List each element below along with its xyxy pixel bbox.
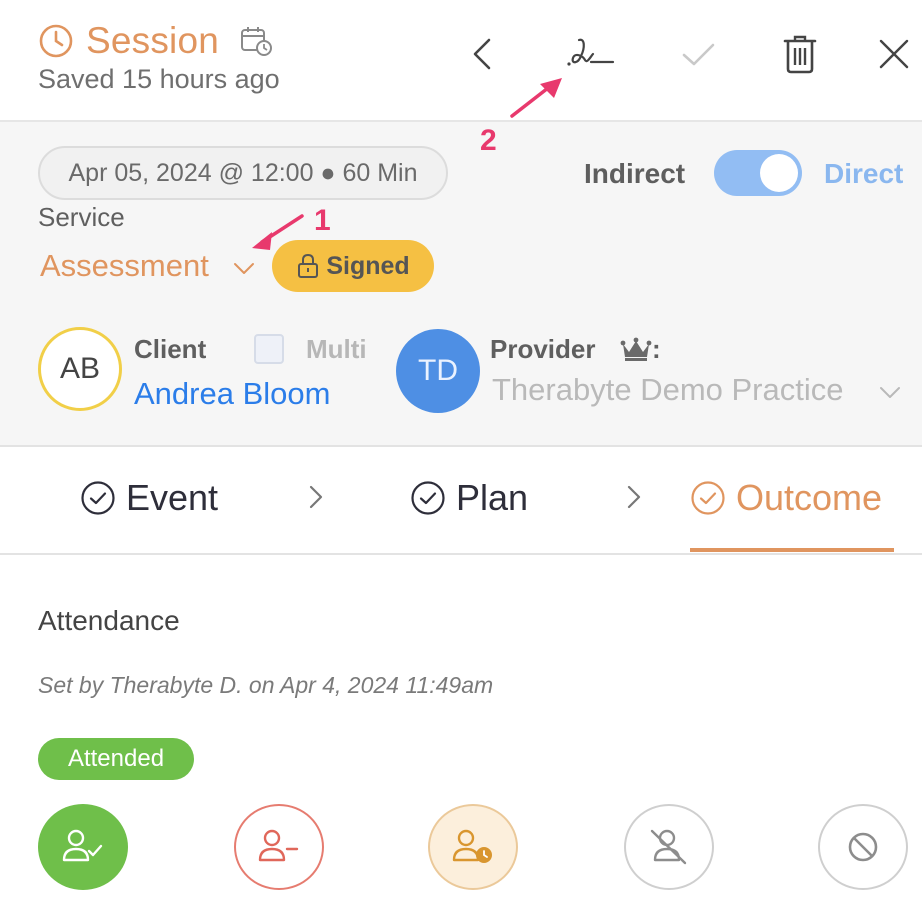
chevron-down-icon[interactable] (876, 378, 904, 406)
absent-icon (258, 829, 299, 862)
tab-label: Outcome (736, 477, 883, 518)
signature-icon (567, 38, 615, 66)
service-select[interactable]: Assessment (40, 248, 209, 284)
late-button[interactable] (428, 804, 518, 890)
check-circle-icon (691, 481, 725, 515)
client-avatar: AB (38, 327, 122, 411)
close-button[interactable] (870, 30, 918, 78)
lock-icon (298, 253, 319, 278)
service-label: Service (38, 202, 125, 232)
annotation-marker-1: 1 (314, 204, 331, 237)
cancelled-button[interactable] (818, 804, 908, 890)
chevron-right-icon (309, 485, 323, 509)
provider-select[interactable]: Therabyte Demo Practice (492, 372, 843, 408)
attendance-status-badge: Attended (38, 738, 194, 780)
delete-button[interactable] (776, 30, 824, 78)
attended-button[interactable] (38, 804, 128, 890)
check-circle-icon (81, 481, 115, 515)
checkmark-icon (682, 43, 715, 66)
absent-button[interactable] (234, 804, 324, 890)
provider-avatar: TD (396, 329, 480, 413)
mode-direct-label[interactable]: Direct (824, 158, 903, 190)
chevron-right-icon (627, 485, 641, 509)
clock-icon (39, 24, 73, 58)
late-icon (452, 829, 492, 863)
confirm-button[interactable] (674, 30, 722, 78)
no-show-icon (650, 829, 687, 865)
date-time-pill[interactable]: Apr 05, 2024 @ 12:00 ● 60 Min (38, 146, 448, 200)
mode-toggle[interactable] (714, 150, 802, 196)
provider-label: Provider (490, 334, 596, 364)
attended-icon (62, 829, 103, 862)
attendance-title: Attendance (38, 605, 180, 636)
toggle-knob (760, 154, 798, 192)
signed-label: Signed (326, 251, 410, 280)
chevron-left-icon (473, 38, 491, 70)
check-circle-icon (411, 481, 445, 515)
annotation-marker-2: 2 (480, 124, 497, 157)
close-icon (879, 39, 909, 69)
trash-icon (783, 35, 817, 74)
tab-event[interactable]: Event (80, 477, 218, 519)
mode-indirect-label[interactable]: Indirect (584, 158, 685, 190)
multi-checkbox[interactable] (254, 334, 284, 364)
client-label: Client (134, 334, 207, 364)
client-name-link[interactable]: Andrea Bloom (134, 376, 330, 412)
crown-icon (620, 337, 652, 361)
attendance-set-by: Set by Therabyte D. on Apr 4, 2024 11:49… (38, 672, 494, 698)
cancelled-icon (848, 832, 878, 862)
tab-outcome[interactable]: Outcome (690, 477, 882, 519)
signed-badge: Signed (272, 240, 434, 292)
tab-plan[interactable]: Plan (410, 477, 528, 519)
workflow-tabs: Event Plan Outcome (0, 447, 922, 555)
title-row: Session (38, 20, 273, 62)
chevron-down-icon[interactable] (230, 254, 258, 282)
provider-colon: : (652, 334, 661, 364)
multi-label: Multi (306, 334, 367, 364)
sign-button[interactable] (562, 30, 618, 78)
session-details: Apr 05, 2024 @ 12:00 ● 60 Min Indirect D… (0, 122, 922, 447)
active-tab-indicator (690, 548, 894, 552)
back-button[interactable] (458, 30, 506, 78)
session-header: Session Saved 15 hours ago (0, 0, 922, 122)
page-title: Session (86, 20, 220, 61)
tab-label: Plan (456, 477, 529, 518)
tab-label: Event (126, 477, 219, 518)
saved-status: Saved 15 hours ago (38, 64, 280, 94)
calendar-clock-icon[interactable] (239, 24, 273, 58)
no-show-button[interactable] (624, 804, 714, 890)
